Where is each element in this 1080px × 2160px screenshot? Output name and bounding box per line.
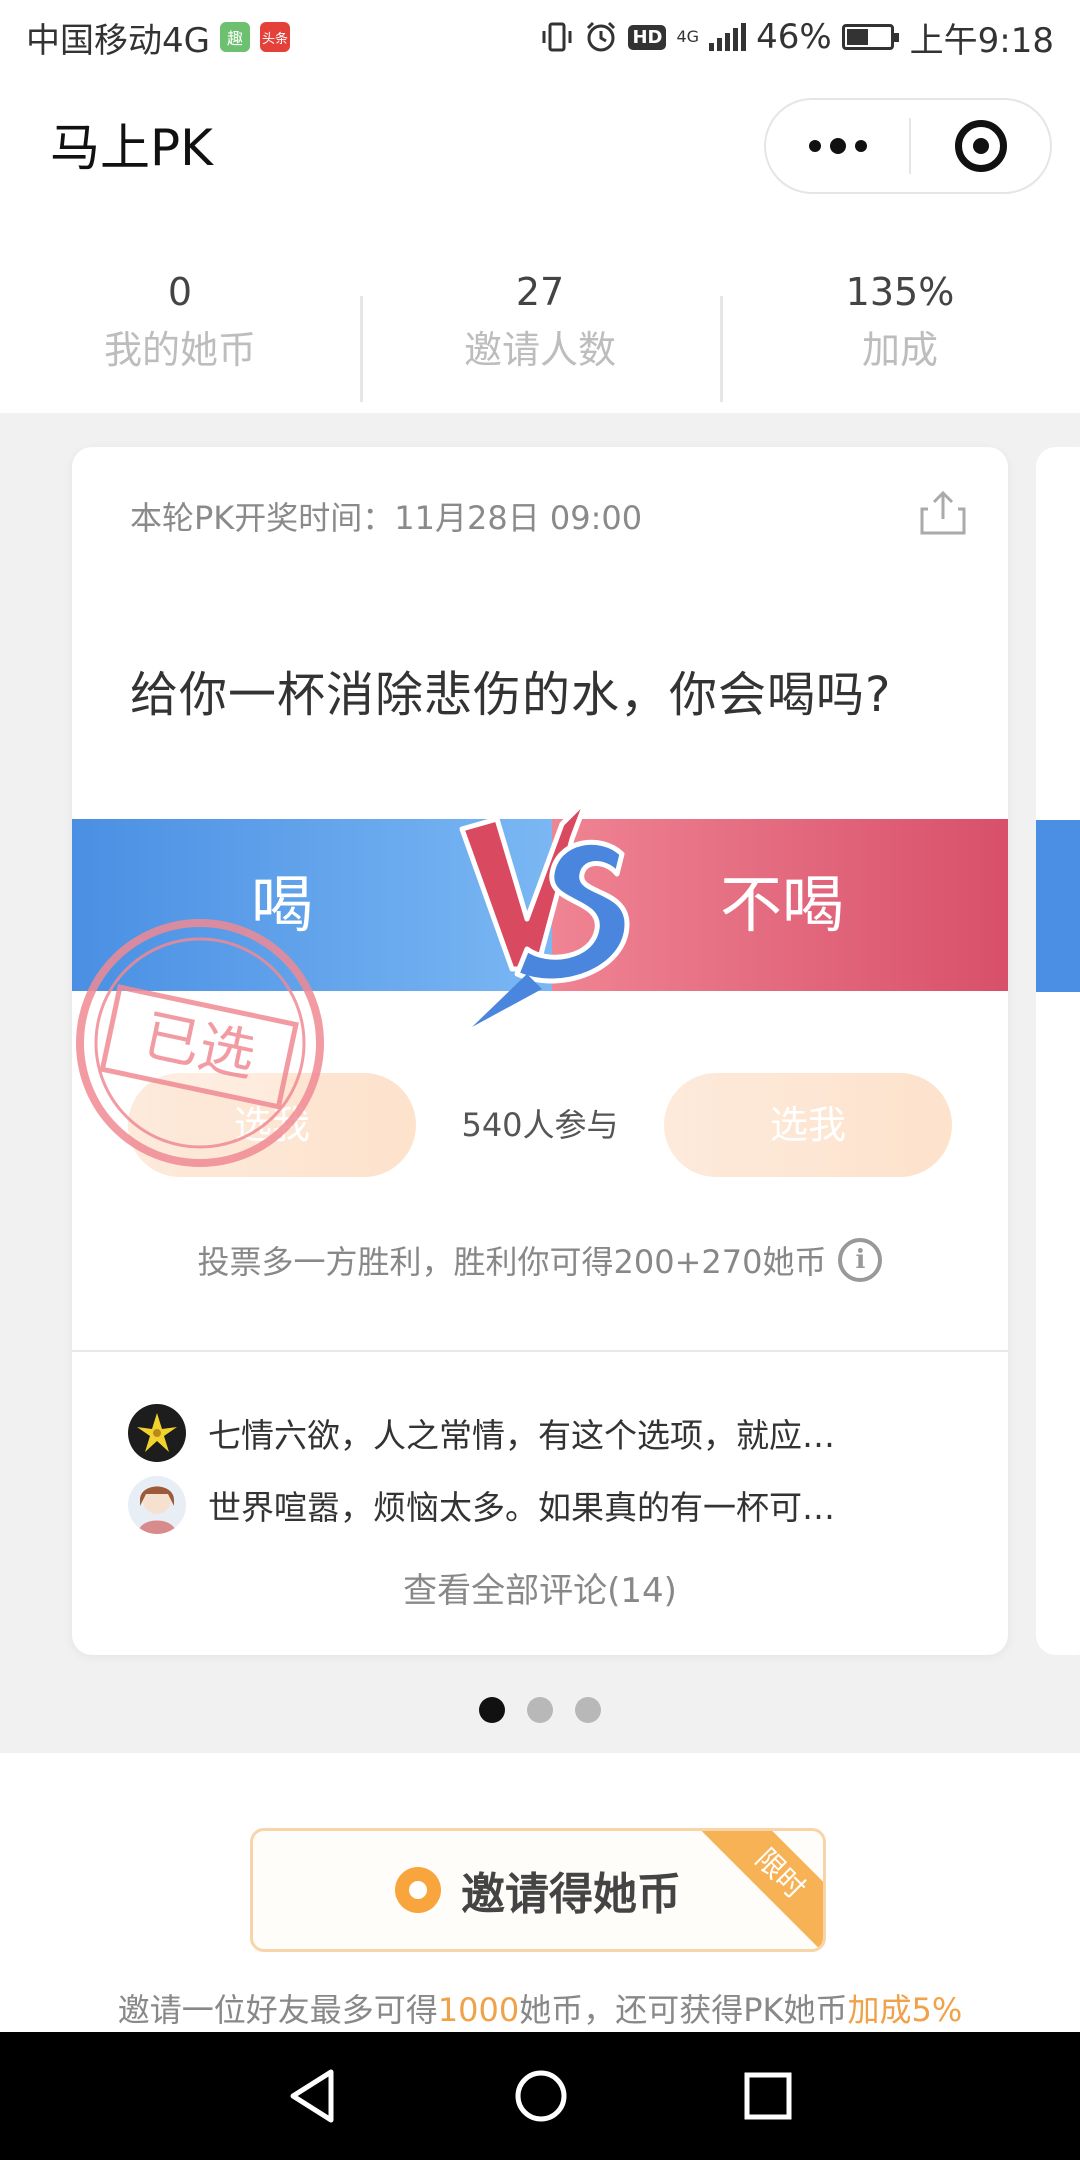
home-icon[interactable]: [514, 2069, 568, 2123]
pk-question: 给你一杯消除悲伤的水，你会喝吗?: [130, 667, 892, 723]
invite-note-bonus: 加成5%: [847, 1991, 963, 2029]
next-card-band: [1036, 820, 1080, 992]
carousel-dot[interactable]: [527, 1697, 553, 1723]
battery-percent: 46%: [756, 17, 832, 57]
alarm-icon: [587, 21, 616, 52]
avatar: [128, 1404, 186, 1462]
card-divider: [72, 1350, 1008, 1352]
invite-note-amount: 1000: [437, 1991, 520, 2029]
status-left: 中国移动4G 趣 头条: [26, 13, 290, 62]
status-right: HD 4G 46% 上午9:18: [540, 13, 1054, 62]
stat-bonus[interactable]: 135% 加成: [720, 262, 1080, 402]
network-type: 4G: [676, 27, 700, 46]
invite-button[interactable]: 邀请得她币 限时: [250, 1828, 826, 1952]
stat-value: 27: [515, 270, 565, 314]
signal-icon: [709, 23, 747, 51]
vote-right-button[interactable]: 选我: [664, 1073, 952, 1177]
target-icon: [954, 120, 1007, 172]
carousel-dot[interactable]: [479, 1697, 505, 1723]
stat-value: 0: [167, 270, 193, 314]
battery-icon: [841, 24, 899, 50]
more-icon[interactable]: [766, 100, 909, 192]
selected-stamp: 已选: [76, 919, 324, 1167]
invite-label: 邀请得她币: [461, 1869, 681, 1920]
avatar: [128, 1476, 186, 1534]
invite-note: 邀请一位好友最多可得1000她币，还可获得PK她币加成5%: [0, 1985, 1080, 2031]
recents-icon[interactable]: [743, 2071, 793, 2121]
info-icon[interactable]: i: [838, 1238, 883, 1282]
next-card-peek[interactable]: [1036, 447, 1080, 1655]
stat-coins[interactable]: 0 我的她币: [0, 262, 360, 378]
hd-badge: HD: [628, 24, 667, 50]
vibrate-icon: [542, 22, 572, 52]
draw-time: 本轮PK开奖时间：11月28日 09:00: [130, 499, 643, 537]
stat-value: 135%: [845, 270, 955, 314]
comment-text: 七情六欲，人之常情，有这个选项，就应…: [208, 1416, 835, 1455]
android-navigation-bar: [0, 2032, 1080, 2160]
share-icon[interactable]: [918, 487, 968, 537]
qutoutiao-app-icon: 趣: [219, 22, 250, 52]
option-right-label: 不喝: [719, 868, 844, 941]
page-title: 马上PK: [50, 119, 213, 177]
invite-note-prefix: 邀请一位好友最多可得: [117, 1991, 438, 2029]
reward-rule-text: 投票多一方胜利，胜利你可得200+270她币: [197, 1243, 827, 1281]
close-mini-program-button[interactable]: [911, 120, 1050, 172]
view-all-comments-link[interactable]: 查看全部评论(14): [72, 1563, 1008, 1612]
toutiao-app-icon: 头条: [259, 22, 290, 52]
reward-rule: 投票多一方胜利，胜利你可得200+270她币 i: [72, 1237, 1008, 1283]
stats-row: 0 我的她币 27 邀请人数 135% 加成: [0, 230, 1080, 410]
stat-label: 加成: [861, 328, 938, 372]
mini-program-nav-bar: 马上PK: [0, 74, 1080, 214]
stat-invites[interactable]: 27 邀请人数: [360, 262, 720, 402]
comment-item[interactable]: 七情六欲，人之常情，有这个选项，就应…: [128, 1403, 835, 1463]
carrier-label: 中国移动4G: [26, 20, 210, 61]
capsule-menu: [764, 98, 1052, 194]
comment-item[interactable]: 世界喧嚣，烦恼太多。如果真的有一杯可…: [128, 1475, 835, 1535]
pk-card: 本轮PK开奖时间：11月28日 09:00 给你一杯消除悲伤的水，你会喝吗? 喝…: [72, 447, 1008, 1655]
stat-label: 邀请人数: [463, 328, 616, 372]
carousel-dot[interactable]: [575, 1697, 601, 1723]
vs-logo: [459, 799, 630, 1027]
comment-text: 世界喧嚣，烦恼太多。如果真的有一杯可…: [208, 1488, 835, 1527]
invite-note-middle: 她币，还可获得PK她币: [519, 1991, 848, 2029]
back-icon[interactable]: [287, 2068, 339, 2124]
clock: 上午9:18: [909, 20, 1054, 61]
coin-icon: [395, 1867, 441, 1913]
carousel-indicator: [0, 1697, 1080, 1723]
stat-label: 我的她币: [103, 328, 256, 372]
limited-time-ribbon: 限时: [695, 1831, 823, 1949]
status-bar: 中国移动4G 趣 头条 HD 4G 46% 上午9:18: [0, 0, 1080, 74]
